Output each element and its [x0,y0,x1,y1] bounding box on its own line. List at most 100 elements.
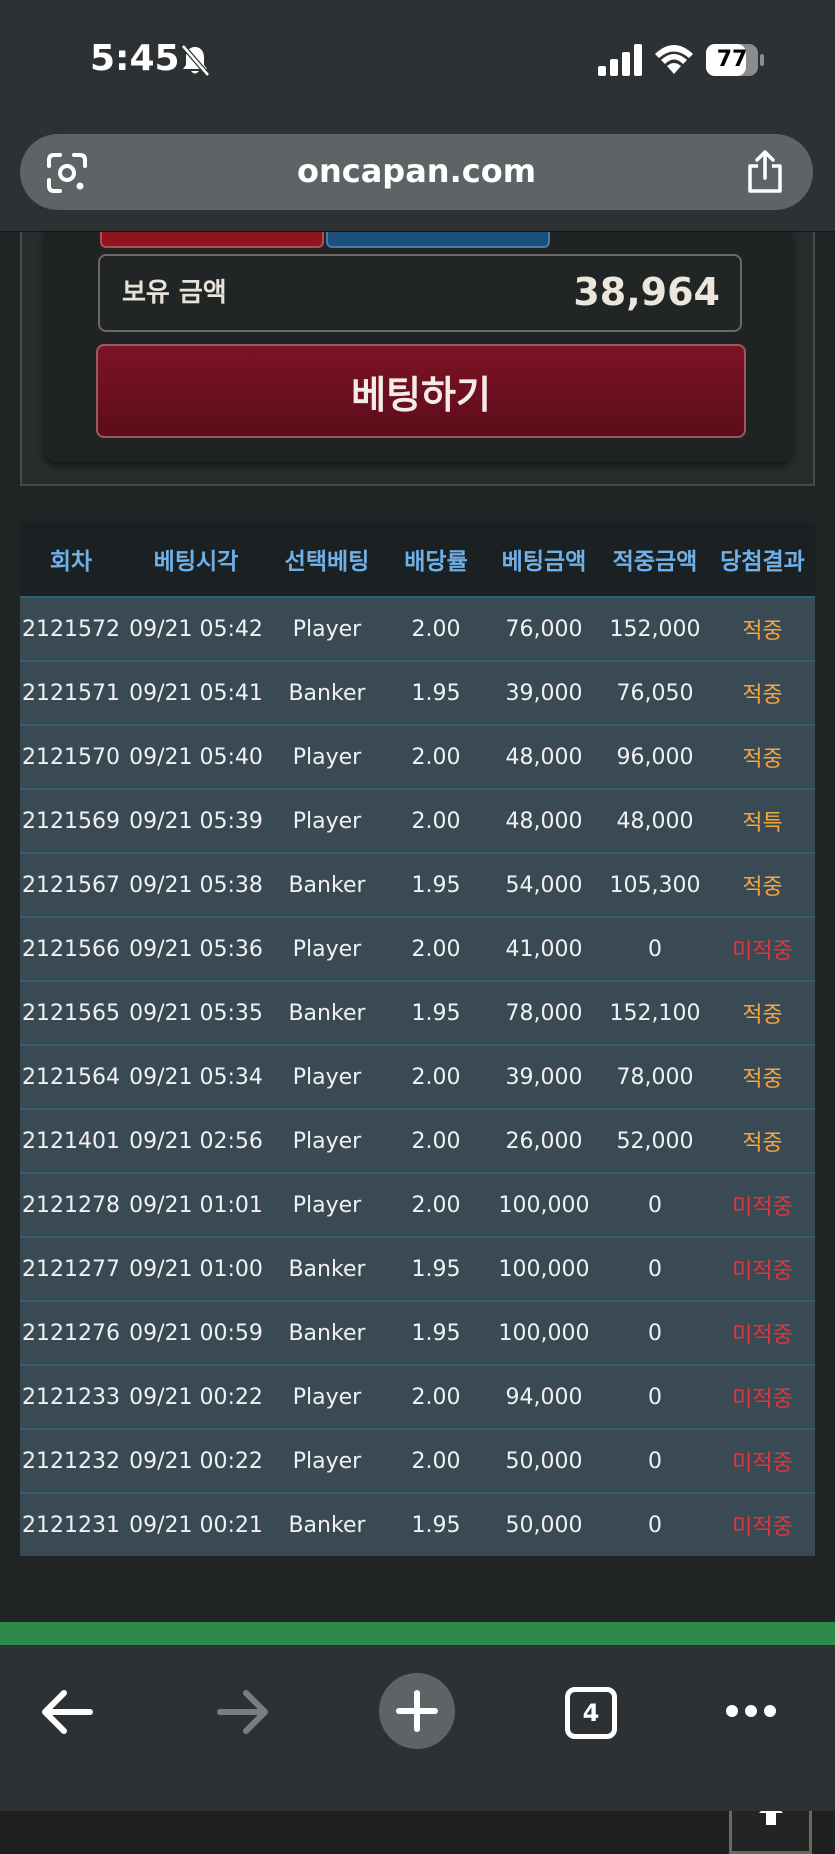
back-arrow-icon[interactable] [40,1687,94,1737]
cell-win-amount: 105,300 [609,872,701,898]
page-content: 보유 금액 38,964 베팅하기 회차 베팅시각 선택베팅 배당률 베팅금액 … [0,232,835,1854]
cell-round: 2121569 [22,808,120,834]
cell-round: 2121567 [22,872,120,898]
header-selection: 선택베팅 [284,549,370,575]
header-odds: 배당률 [404,549,468,575]
table-row: 2121570 09/21 05:40 Player 2.00 48,000 96,000… [20,724,815,788]
header-bet-time: 베팅시각 [153,549,239,575]
balance-value: 38,964 [573,270,720,314]
cell-selection: Player [292,616,362,642]
battery-icon: 77 [706,44,764,76]
table-row: 2121567 09/21 05:38 Banker 1.95 54,000 105,30… [20,852,815,916]
header-bet-amount: 베팅금액 [501,549,587,575]
url-text[interactable]: oncapan.com [20,152,813,190]
cell-result: 적중 [742,1131,783,1156]
cell-odds: 2.00 [411,936,461,962]
cell-bet-amount: 100,000 [498,1256,590,1282]
cell-bet-amount: 76,000 [505,616,583,642]
cell-result: 적중 [742,1003,783,1028]
table-row: 2121571 09/21 05:41 Banker 1.95 39,000 76,050… [20,660,815,724]
cell-bet-amount: 94,000 [505,1384,583,1410]
cell-bet-amount: 26,000 [505,1128,583,1154]
cell-round: 2121278 [22,1192,120,1218]
new-tab-button[interactable] [379,1673,455,1749]
table-body: 2121572 09/21 05:42 Player 2.00 76,000 152,00… [20,596,815,1556]
balance-label: 보유 금액 [122,278,227,308]
cell-round: 2121572 [22,616,120,642]
bet-choice-red-button[interactable] [100,232,324,248]
cell-bet-time: 09/21 05:39 [129,808,263,834]
address-bar[interactable]: oncapan.com [20,134,813,210]
cell-selection: Player [292,936,362,962]
cell-selection: Player [292,1128,362,1154]
cell-bet-time: 09/21 05:34 [129,1064,263,1090]
cell-bet-time: 09/21 05:36 [129,936,263,962]
cell-odds: 1.95 [411,1512,461,1538]
cell-round: 2121571 [22,680,120,706]
cell-selection: Banker [288,680,366,706]
cell-round: 2121276 [22,1320,120,1346]
cell-bet-amount: 39,000 [505,1064,583,1090]
new-tab-plus-icon [396,1690,438,1732]
cell-odds: 2.00 [411,1192,461,1218]
cell-selection: Player [292,1384,362,1410]
cell-bet-amount: 100,000 [498,1192,590,1218]
cell-odds: 2.00 [411,1384,461,1410]
cell-result: 미적중 [732,1259,793,1284]
cell-bet-amount: 48,000 [505,744,583,770]
cell-result: 미적중 [732,1195,793,1220]
cell-bet-amount: 41,000 [505,936,583,962]
cell-odds: 2.00 [411,744,461,770]
cell-result: 적중 [742,683,783,708]
cell-win-amount: 48,000 [616,808,694,834]
table-row: 2121572 09/21 05:42 Player 2.00 76,000 152,00… [20,596,815,660]
cell-result: 적중 [742,875,783,900]
bet-choice-blue-button[interactable] [326,232,550,248]
more-icon[interactable] [724,1701,778,1721]
cell-win-amount: 0 [648,1256,662,1282]
table-row: 2121277 09/21 01:00 Banker 1.95 100,000 0 미적중 [20,1236,815,1300]
bet-panel-frame: 보유 금액 38,964 베팅하기 [20,232,815,486]
table-row: 2121276 09/21 00:59 Banker 1.95 100,000 0 미적중 [20,1300,815,1364]
cell-odds: 1.95 [411,872,461,898]
cell-odds: 2.00 [411,1064,461,1090]
tab-switcher-icon[interactable]: 4 [565,1687,617,1739]
table-row: 2121232 09/21 00:22 Player 2.00 50,000 0 미적중 [20,1428,815,1492]
table-row: 2121566 09/21 05:36 Player 2.00 41,000 0 미적중 [20,916,815,980]
table-row: 2121278 09/21 01:01 Player 2.00 100,000 0 미적중 [20,1172,815,1236]
cell-result: 미적중 [732,939,793,964]
cell-selection: Banker [288,872,366,898]
cell-round: 2121231 [22,1512,120,1538]
balance-box: 보유 금액 38,964 [98,254,742,332]
cell-bet-time: 09/21 01:00 [129,1256,263,1282]
cell-result: 미적중 [732,1451,793,1476]
cell-round: 2121564 [22,1064,120,1090]
cell-odds: 1.95 [411,680,461,706]
battery-level: 77 [716,47,748,72]
cell-odds: 1.95 [411,1000,461,1026]
cell-selection: Banker [288,1000,366,1026]
cell-win-amount: 0 [648,1384,662,1410]
share-icon[interactable] [745,150,785,194]
cell-selection: Banker [288,1256,366,1282]
table-row: 2121565 09/21 05:35 Banker 1.95 78,000 152,10… [20,980,815,1044]
cell-win-amount: 52,000 [616,1128,694,1154]
cell-round: 2121401 [22,1128,120,1154]
cell-round: 2121565 [22,1000,120,1026]
table-row: 2121564 09/21 05:34 Player 2.00 39,000 78,000… [20,1044,815,1108]
place-bet-button[interactable]: 베팅하기 [96,344,746,438]
cell-result: 미적중 [732,1515,793,1540]
cell-selection: Player [292,808,362,834]
bell-slash-icon [181,44,210,77]
green-footer-strip [0,1622,835,1645]
cell-odds: 2.00 [411,1448,461,1474]
forward-arrow-icon[interactable] [216,1687,270,1737]
cell-bet-time: 09/21 05:40 [129,744,263,770]
cell-odds: 2.00 [411,1128,461,1154]
table-header: 회차 베팅시각 선택베팅 배당률 베팅금액 적중금액 당첨결과 [20,522,815,596]
cell-win-amount: 96,000 [616,744,694,770]
cell-result: 적특 [742,811,783,836]
cell-bet-amount: 100,000 [498,1320,590,1346]
cell-odds: 1.95 [411,1256,461,1282]
cell-result: 적중 [742,619,783,644]
